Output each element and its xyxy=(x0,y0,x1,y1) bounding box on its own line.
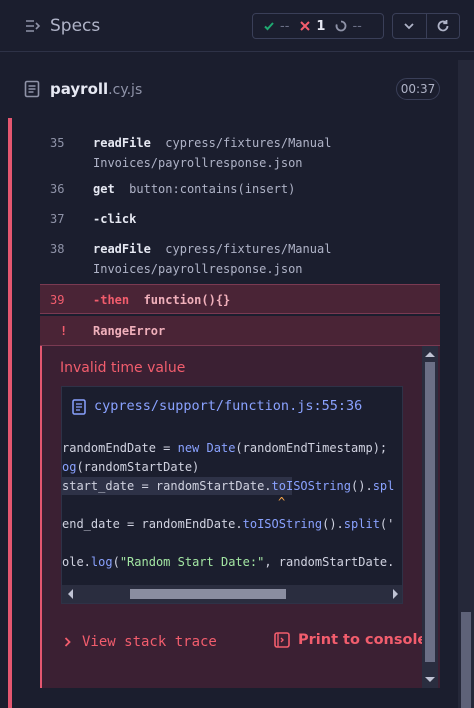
scrollbar-thumb[interactable] xyxy=(130,589,286,599)
reload-button[interactable] xyxy=(425,14,459,38)
run-status-counts: -- 1 -- xyxy=(252,13,384,39)
error-bang-icon: ! xyxy=(60,324,68,338)
code-frame-file-link[interactable]: cypress/support/function.js:55:36 xyxy=(94,398,362,414)
error-type: RangeError xyxy=(93,324,166,338)
scroll-left-arrow-icon[interactable] xyxy=(68,589,73,599)
pending-count: -- xyxy=(335,19,362,34)
view-stack-trace-label: View stack trace xyxy=(82,634,217,650)
terminal-icon xyxy=(274,632,290,648)
command-message: button:contains(insert) xyxy=(129,182,296,196)
code-line: end_date = randomEndDate.toISOString().s… xyxy=(62,517,395,531)
command-row-failed[interactable]: 39 -then function(){} xyxy=(40,284,440,314)
command-name: -then xyxy=(93,293,130,307)
code-frame-header[interactable]: cypress/support/function.js:55:36 xyxy=(62,387,402,425)
command-message-cont: Invoices/payrollresponse.json xyxy=(93,156,303,170)
command-number: 38 xyxy=(50,242,65,256)
code-line-highlighted: start_date = randomStartDate.toISOString… xyxy=(62,477,395,495)
command-row[interactable]: 35 readFile cypress/fixtures/Manual Invo… xyxy=(40,132,440,178)
print-to-console-button[interactable]: Print to console xyxy=(274,632,427,648)
error-caret: ^ xyxy=(278,495,286,509)
code-frame-horizontal-scrollbar[interactable] xyxy=(62,585,402,603)
chevron-down-icon xyxy=(404,23,415,30)
command-name: get xyxy=(93,182,115,196)
x-icon xyxy=(300,21,311,31)
chevron-down-button[interactable] xyxy=(393,14,426,38)
spinner-icon xyxy=(336,20,347,32)
scroll-down-arrow-icon[interactable] xyxy=(425,677,435,682)
code-frame: cypress/support/function.js:55:36 random… xyxy=(61,386,403,604)
run-controls xyxy=(392,13,460,39)
specs-list-icon[interactable] xyxy=(25,18,41,34)
code-line: ole.log("Random Start Date:", randomStar… xyxy=(62,555,395,569)
scrollbar-thumb[interactable] xyxy=(425,362,435,662)
error-panel: Invalid time value cypress/support/funct… xyxy=(40,346,440,688)
error-panel-vertical-scrollbar[interactable] xyxy=(422,346,438,688)
command-row[interactable]: 37 -click xyxy=(40,210,440,232)
view-stack-trace-button[interactable]: View stack trace xyxy=(64,634,217,650)
command-number: 35 xyxy=(50,136,65,150)
scroll-right-arrow-icon[interactable] xyxy=(393,589,398,599)
command-name: readFile xyxy=(93,242,151,256)
spec-file-name: payroll.cy.js xyxy=(50,80,142,98)
print-to-console-label: Print to console xyxy=(298,632,428,648)
error-header: ! RangeError xyxy=(40,316,440,346)
specs-title: Specs xyxy=(50,16,101,36)
failed-count: 1 xyxy=(299,19,325,34)
scroll-up-arrow-icon[interactable] xyxy=(425,352,435,357)
error-message: Invalid time value xyxy=(60,360,186,376)
code-line: randomEndDate = new Date(randomEndTimest… xyxy=(62,441,388,455)
document-icon xyxy=(72,399,86,415)
command-name: -click xyxy=(93,212,137,226)
command-row-partial xyxy=(40,104,440,118)
command-number: 37 xyxy=(50,212,65,226)
spec-duration: 00:37 xyxy=(396,78,440,100)
command-number: 39 xyxy=(50,293,65,307)
chevron-right-icon xyxy=(64,637,71,647)
reporter-vertical-scrollbar[interactable] xyxy=(458,60,474,708)
reload-icon xyxy=(437,20,449,32)
specs-header: Specs -- 1 -- xyxy=(0,0,474,52)
check-icon xyxy=(264,22,274,31)
command-number: 36 xyxy=(50,182,65,196)
failed-indicator-bar xyxy=(8,118,12,708)
spec-ext: .cy.js xyxy=(108,82,143,98)
command-row[interactable]: 38 readFile cypress/fixtures/Manual Invo… xyxy=(40,238,440,284)
code-line: og(randomStartDate) xyxy=(62,460,200,474)
spec-name: payroll xyxy=(50,80,109,98)
document-icon xyxy=(24,80,40,98)
command-row[interactable]: 36 get button:contains(insert) xyxy=(40,180,440,202)
command-name: readFile xyxy=(93,136,151,150)
passed-count: -- xyxy=(263,19,289,34)
command-message: cypress/fixtures/Manual xyxy=(165,242,332,256)
command-message-cont: Invoices/payrollresponse.json xyxy=(93,262,303,276)
command-message: cypress/fixtures/Manual xyxy=(165,136,332,150)
scrollbar-thumb[interactable] xyxy=(461,612,471,708)
command-message: function(){} xyxy=(143,293,231,307)
